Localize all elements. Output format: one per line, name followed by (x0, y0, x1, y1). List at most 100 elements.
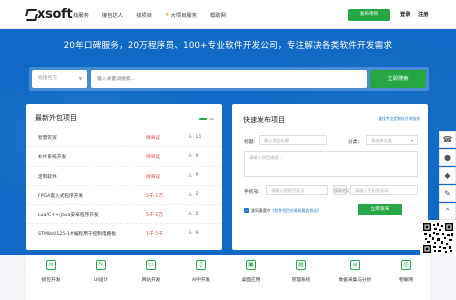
agreement-text: 我同意遵守《软件项目交易网服务协议》 (251, 208, 322, 213)
user-icon: ♙ (188, 230, 193, 237)
publish-project-button[interactable]: 发布项目 (348, 9, 390, 21)
title-label: 标题: (244, 140, 256, 145)
service-label: 物联网 (398, 278, 414, 283)
search-type-select[interactable]: 找接包方 ▼ (32, 70, 87, 88)
search-bar: 找接包方 ▼ 立即搜索 (29, 67, 429, 91)
project-bid-count: ♙ 5 (188, 211, 199, 218)
qr-code-image (422, 222, 454, 254)
project-price: 5千-1万 (146, 213, 164, 219)
service-item[interactable]: ≡ 数据采集与分析 (330, 260, 380, 283)
qr-code (420, 220, 456, 256)
quick-publish-panel: 快速发布项目 查找专业定制化开发服务 标题: 输入项目标题 分类: 请选择分类 … (232, 104, 428, 250)
back-to-top-icon[interactable]: ⌃ (439, 203, 456, 220)
project-list: 智慧农贸 待商议 ♙ 11 补片系统开发 待商议 ♙ 9 定制软件 待商议 ♙ 9 F… (26, 128, 222, 244)
search-input[interactable] (91, 70, 367, 88)
project-title-input[interactable]: 输入项目标题 (259, 135, 327, 145)
find-custom-service-link[interactable]: 查找专业定制化开发服务 (378, 116, 420, 122)
nav-find-service[interactable]: 找服务 (73, 11, 89, 19)
iot-icon: ◎ (401, 260, 411, 270)
project-price: 5千-1万 (146, 193, 164, 199)
service-item[interactable]: ▭ 网站开发 (126, 260, 176, 283)
nav-freelancers[interactable]: 接包达人 (102, 11, 123, 19)
project-row[interactable]: 补片系统开发 待商议 ♙ 9 (26, 147, 222, 167)
app-icon: ▯ (196, 260, 206, 270)
service-item[interactable]: ∞ 接包开发 (26, 260, 76, 283)
service-label: 数据采集与分析 (338, 278, 372, 283)
latest-projects-title: 最新外包项目 (35, 114, 77, 122)
project-bid-count: ♙ 9 (188, 172, 199, 179)
project-row[interactable]: FPGA嵌入式程序开发 5千-1万 ♙ 2 (26, 186, 222, 206)
project-name[interactable]: 定制软件 (38, 174, 57, 180)
services-bar: ∞ 接包开发 ✎ UI设计 ▭ 网站开发 ▯ APP开发 ▣ 桌面应用 ▤ 管理… (26, 255, 430, 300)
project-name[interactable]: 智慧农贸 (38, 135, 57, 141)
manage-icon: ▤ (296, 260, 306, 270)
register-link[interactable]: 注册 (418, 11, 428, 18)
data-icon: ≡ (350, 260, 360, 270)
get-code-button[interactable]: 获取验证码 (333, 185, 354, 195)
project-price: 待商议 (146, 174, 161, 180)
project-name[interactable]: 补片系统开发 (38, 154, 66, 160)
project-bid-count: ♙ 11 (188, 134, 202, 140)
phone-input[interactable]: 请输入您的手机号 (266, 185, 328, 195)
project-description-textarea[interactable]: 请输入项目描述... (244, 151, 418, 177)
edit-icon[interactable]: ✎ (439, 185, 456, 202)
website-icon: ▭ (146, 260, 156, 270)
project-price: 1千-5千 (146, 232, 164, 238)
carousel-dot[interactable] (209, 118, 214, 120)
service-item[interactable]: ◎ 物联网 (381, 260, 431, 283)
logo-text: xsoft (37, 6, 73, 22)
verification-code-input[interactable]: 请输入手机验证码 (350, 185, 418, 195)
category-select[interactable]: 请选择分类 ▾ (366, 135, 418, 145)
project-row[interactable]: Lua/C++/java安卓程序开发 5千-1万 ♙ 5 (26, 205, 222, 225)
service-item[interactable]: ▯ APP开发 (176, 260, 226, 283)
service-label: 网站开发 (141, 278, 161, 283)
login-link[interactable]: 登录 (400, 11, 410, 18)
nav-find-project[interactable]: 找项目 (136, 11, 152, 19)
project-name[interactable]: FPGA嵌入式程序开发 (38, 193, 83, 199)
ui-design-icon: ✎ (96, 260, 106, 270)
project-bid-count: ♙ 9 (188, 153, 199, 160)
latest-projects-panel: 最新外包项目 智慧农贸 待商议 ♙ 11 补片系统开发 待商议 ♙ 9 定制软件 待… (26, 104, 222, 250)
service-label: 桌面应用 (241, 278, 261, 283)
service-item[interactable]: ✎ UI设计 (76, 260, 126, 283)
main-nav: 找服务 接包达人 找项目 ★ 大项目服务 帮助网 (73, 11, 239, 19)
category-label: 分类: (348, 140, 360, 145)
user-icon: ♙ (188, 172, 193, 179)
carousel-dot-active[interactable] (199, 118, 207, 120)
top-navbar: xsoft 找服务 接包达人 找项目 ★ 大项目服务 帮助网 发布项目 登录 注册 (0, 0, 456, 29)
search-button[interactable]: 立即搜索 (370, 70, 426, 88)
project-name[interactable]: STM8s0125-1#编程用于控制电路板 (38, 231, 116, 237)
deploy-icon: ▣ (246, 260, 256, 270)
project-bid-count: ♙ 9 (188, 230, 199, 237)
project-row[interactable]: STM8s0125-1#编程用于控制电路板 1千-5千 ♙ 9 (26, 224, 222, 243)
chevron-down-icon: ▼ (78, 76, 82, 81)
publish-now-button[interactable]: 立即发布 (358, 204, 402, 215)
project-row[interactable]: 智慧农贸 待商议 ♙ 11 (26, 128, 222, 148)
service-item[interactable]: ▤ 管理系统 (276, 260, 326, 283)
site-logo[interactable]: xsoft (26, 6, 73, 22)
agree-checkbox[interactable]: ✓ (244, 208, 249, 213)
star-icon: ★ (165, 12, 170, 18)
qq-icon[interactable]: ● (439, 149, 456, 166)
project-name[interactable]: Lua/C++/java安卓程序开发 (38, 212, 99, 218)
hero-title: 20年口碑服务，20万程序员、100+专业软件开发公司，专注解决各类软件开发需求 (63, 41, 393, 51)
service-label: 接包开发 (41, 278, 61, 283)
phone-icon[interactable]: ☎ (439, 131, 456, 148)
user-icon: ♙ (188, 153, 193, 160)
wechat-icon[interactable]: ◆ (439, 167, 456, 184)
service-agreement-link[interactable]: 《软件项目交易网服务协议》 (270, 208, 321, 213)
service-label: 管理系统 (291, 278, 311, 283)
user-icon: ♙ (188, 191, 193, 198)
floating-sidebar: ☎ ● ◆ ✎ ⌃ (439, 131, 456, 221)
project-bid-count: ♙ 2 (188, 191, 199, 198)
user-icon: ♙ (188, 211, 193, 218)
nav-big-project-service[interactable]: ★ 大项目服务 (165, 11, 197, 19)
project-price: 待商议 (146, 155, 161, 161)
quick-publish-title: 快速发布项目 (243, 116, 285, 124)
project-row[interactable]: 定制软件 待商议 ♙ 9 (26, 167, 222, 186)
nav-help[interactable]: 帮助网 (210, 11, 226, 19)
service-item[interactable]: ▣ 桌面应用 (226, 260, 276, 283)
phone-label: 手机号: (244, 190, 261, 195)
project-price: 待商议 (146, 136, 161, 141)
user-icon: ♙ (188, 134, 193, 140)
